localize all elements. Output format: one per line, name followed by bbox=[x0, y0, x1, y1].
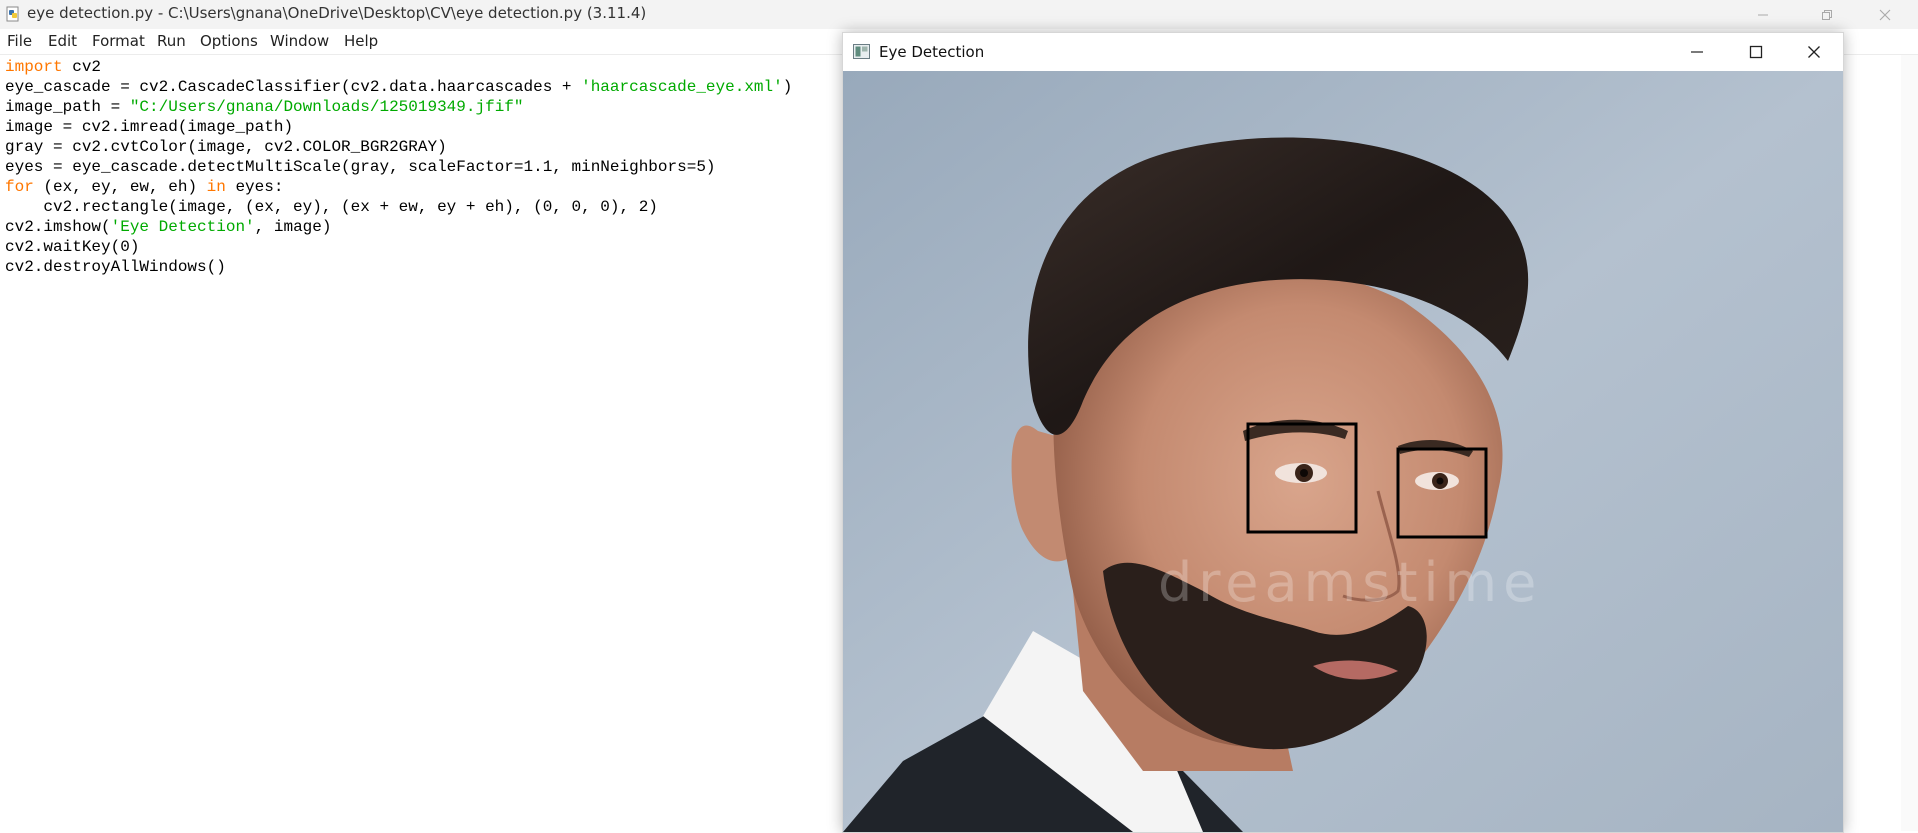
minimize-icon bbox=[1758, 14, 1768, 15]
code-line[interactable]: for (ex, ey, ew, eh) in eyes: bbox=[5, 177, 792, 197]
opencv-window-icon bbox=[853, 44, 870, 59]
code-token: gray = cv2.cvtColor(image, cv2.COLOR_BGR… bbox=[5, 138, 447, 156]
menu-help[interactable]: Help bbox=[344, 32, 378, 50]
code-token: ) bbox=[782, 78, 793, 96]
cv-window-title: Eye Detection bbox=[879, 43, 985, 61]
menu-file[interactable]: File bbox=[7, 32, 32, 50]
menu-run[interactable]: Run bbox=[157, 32, 186, 50]
eye-detection-window: Eye Detection dreamstime bbox=[842, 32, 1844, 833]
code-string: 'Eye Detection' bbox=[110, 218, 255, 236]
code-line[interactable]: gray = cv2.cvtColor(image, cv2.COLOR_BGR… bbox=[5, 137, 792, 157]
menu-edit[interactable]: Edit bbox=[48, 32, 77, 50]
cv-minimize-button[interactable] bbox=[1668, 33, 1726, 71]
editor-scrollbar[interactable] bbox=[1901, 55, 1918, 831]
close-icon bbox=[1808, 46, 1820, 58]
maximize-icon bbox=[1749, 45, 1763, 59]
code-line[interactable]: cv2.imshow('Eye Detection', image) bbox=[5, 217, 792, 237]
portrait-photo: dreamstime bbox=[843, 71, 1843, 832]
code-token: (ex, ey, ew, eh) bbox=[33, 178, 207, 196]
code-line[interactable]: image_path = "C:/Users/gnana/Downloads/1… bbox=[5, 97, 792, 117]
code-line[interactable]: cv2.rectangle(image, (ex, ey), (ex + ew,… bbox=[5, 197, 792, 217]
code-string: "C:/Users/gnana/Downloads/125019349.jfif… bbox=[129, 98, 524, 116]
restore-icon bbox=[1822, 9, 1832, 20]
code-keyword: import bbox=[5, 58, 63, 76]
cv-close-button[interactable] bbox=[1785, 33, 1843, 71]
code-token: image_path = bbox=[5, 98, 130, 116]
code-token: eye_cascade = cv2.CascadeClassifier(cv2.… bbox=[5, 78, 582, 96]
minimize-icon bbox=[1691, 51, 1703, 53]
code-token: cv2.destroyAllWindows() bbox=[5, 258, 226, 276]
code-line[interactable]: cv2.destroyAllWindows() bbox=[5, 257, 792, 277]
close-button[interactable] bbox=[1862, 0, 1908, 29]
minimize-button[interactable] bbox=[1740, 0, 1786, 29]
code-string: 'haarcascade_eye.xml' bbox=[581, 78, 783, 96]
code-line[interactable]: cv2.waitKey(0) bbox=[5, 237, 792, 257]
watermark-text: dreamstime bbox=[1158, 551, 1542, 614]
code-token: , image) bbox=[254, 218, 332, 236]
code-token: image = cv2.imread(image_path) bbox=[5, 118, 294, 136]
code-keyword: for bbox=[5, 178, 34, 196]
code-token: eyes: bbox=[225, 178, 284, 196]
code-line[interactable]: image = cv2.imread(image_path) bbox=[5, 117, 792, 137]
close-icon bbox=[1879, 9, 1891, 20]
code-line[interactable]: eye_cascade = cv2.CascadeClassifier(cv2.… bbox=[5, 77, 792, 97]
menu-format[interactable]: Format bbox=[92, 32, 145, 50]
python-file-icon bbox=[6, 6, 19, 22]
window-title: eye detection.py - C:\Users\gnana\OneDri… bbox=[27, 4, 647, 22]
code-token: eyes = eye_cascade.detectMultiScale(gray… bbox=[5, 158, 716, 176]
menu-window[interactable]: Window bbox=[270, 32, 329, 50]
detection-image: dreamstime bbox=[843, 71, 1843, 832]
restore-button[interactable] bbox=[1804, 0, 1850, 29]
code-line[interactable]: eyes = eye_cascade.detectMultiScale(gray… bbox=[5, 157, 792, 177]
code-text[interactable]: import cv2 eye_cascade = cv2.CascadeClass… bbox=[5, 57, 792, 277]
code-token: cv2 bbox=[62, 58, 102, 76]
menu-options[interactable]: Options bbox=[200, 32, 258, 50]
code-line[interactable]: import cv2 bbox=[5, 57, 792, 77]
cv-title-bar: Eye Detection bbox=[843, 33, 1843, 71]
idle-title-bar: eye detection.py - C:\Users\gnana\OneDri… bbox=[0, 0, 1918, 29]
code-token: cv2.imshow( bbox=[5, 218, 111, 236]
code-keyword: in bbox=[206, 178, 226, 196]
code-token: cv2.rectangle(image, (ex, ey), (ex + ew,… bbox=[5, 198, 658, 216]
cv-maximize-button[interactable] bbox=[1727, 33, 1785, 71]
code-token: cv2.waitKey(0) bbox=[5, 238, 140, 256]
